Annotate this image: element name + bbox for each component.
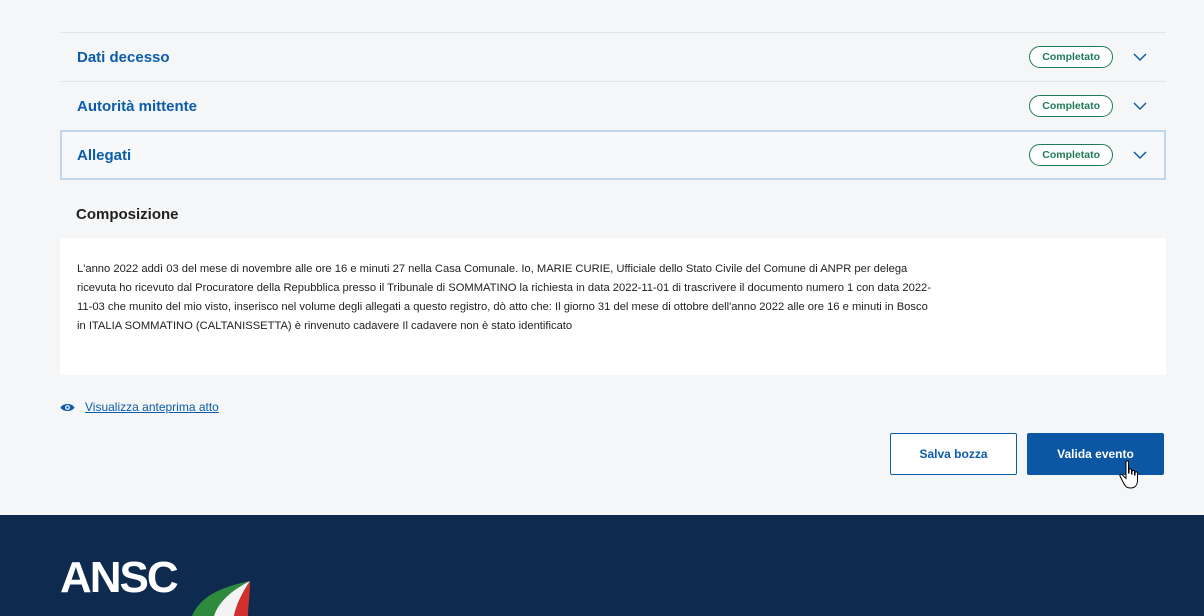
accordion-title: Autorità mittente <box>77 97 197 115</box>
ansc-logo: ANSC <box>60 553 179 602</box>
accordion: Dati decesso Completato Autorità mittent… <box>60 32 1166 180</box>
chevron-down-icon[interactable] <box>1131 48 1149 66</box>
accordion-item-dati-decesso[interactable]: Dati decesso Completato <box>60 32 1166 81</box>
validate-event-button[interactable]: Valida evento <box>1027 433 1164 475</box>
flag-swoosh-icon <box>192 581 250 616</box>
preview-link[interactable]: Visualizza anteprima atto <box>60 400 219 414</box>
status-badge: Completato <box>1029 95 1113 117</box>
composition-box: L'anno 2022 addì 03 del mese di novembre… <box>60 238 1166 375</box>
accordion-title: Allegati <box>77 146 132 164</box>
accordion-title: Dati decesso <box>77 48 170 66</box>
preview-link-label: Visualizza anteprima atto <box>85 400 219 414</box>
accordion-item-autorita-mittente[interactable]: Autorità mittente Completato <box>60 81 1166 130</box>
hand-pointer-icon <box>1119 460 1138 489</box>
save-draft-button[interactable]: Salva bozza <box>890 433 1017 475</box>
footer <box>0 515 1204 616</box>
chevron-down-icon[interactable] <box>1131 97 1149 115</box>
status-badge: Completato <box>1029 46 1113 68</box>
eye-icon <box>60 403 75 411</box>
composition-text: L'anno 2022 addì 03 del mese di novembre… <box>77 263 931 332</box>
accordion-item-allegati[interactable]: Allegati Completato <box>60 130 1166 180</box>
composition-title: Composizione <box>76 206 179 223</box>
status-badge: Completato <box>1029 144 1113 166</box>
chevron-down-icon[interactable] <box>1131 146 1149 164</box>
